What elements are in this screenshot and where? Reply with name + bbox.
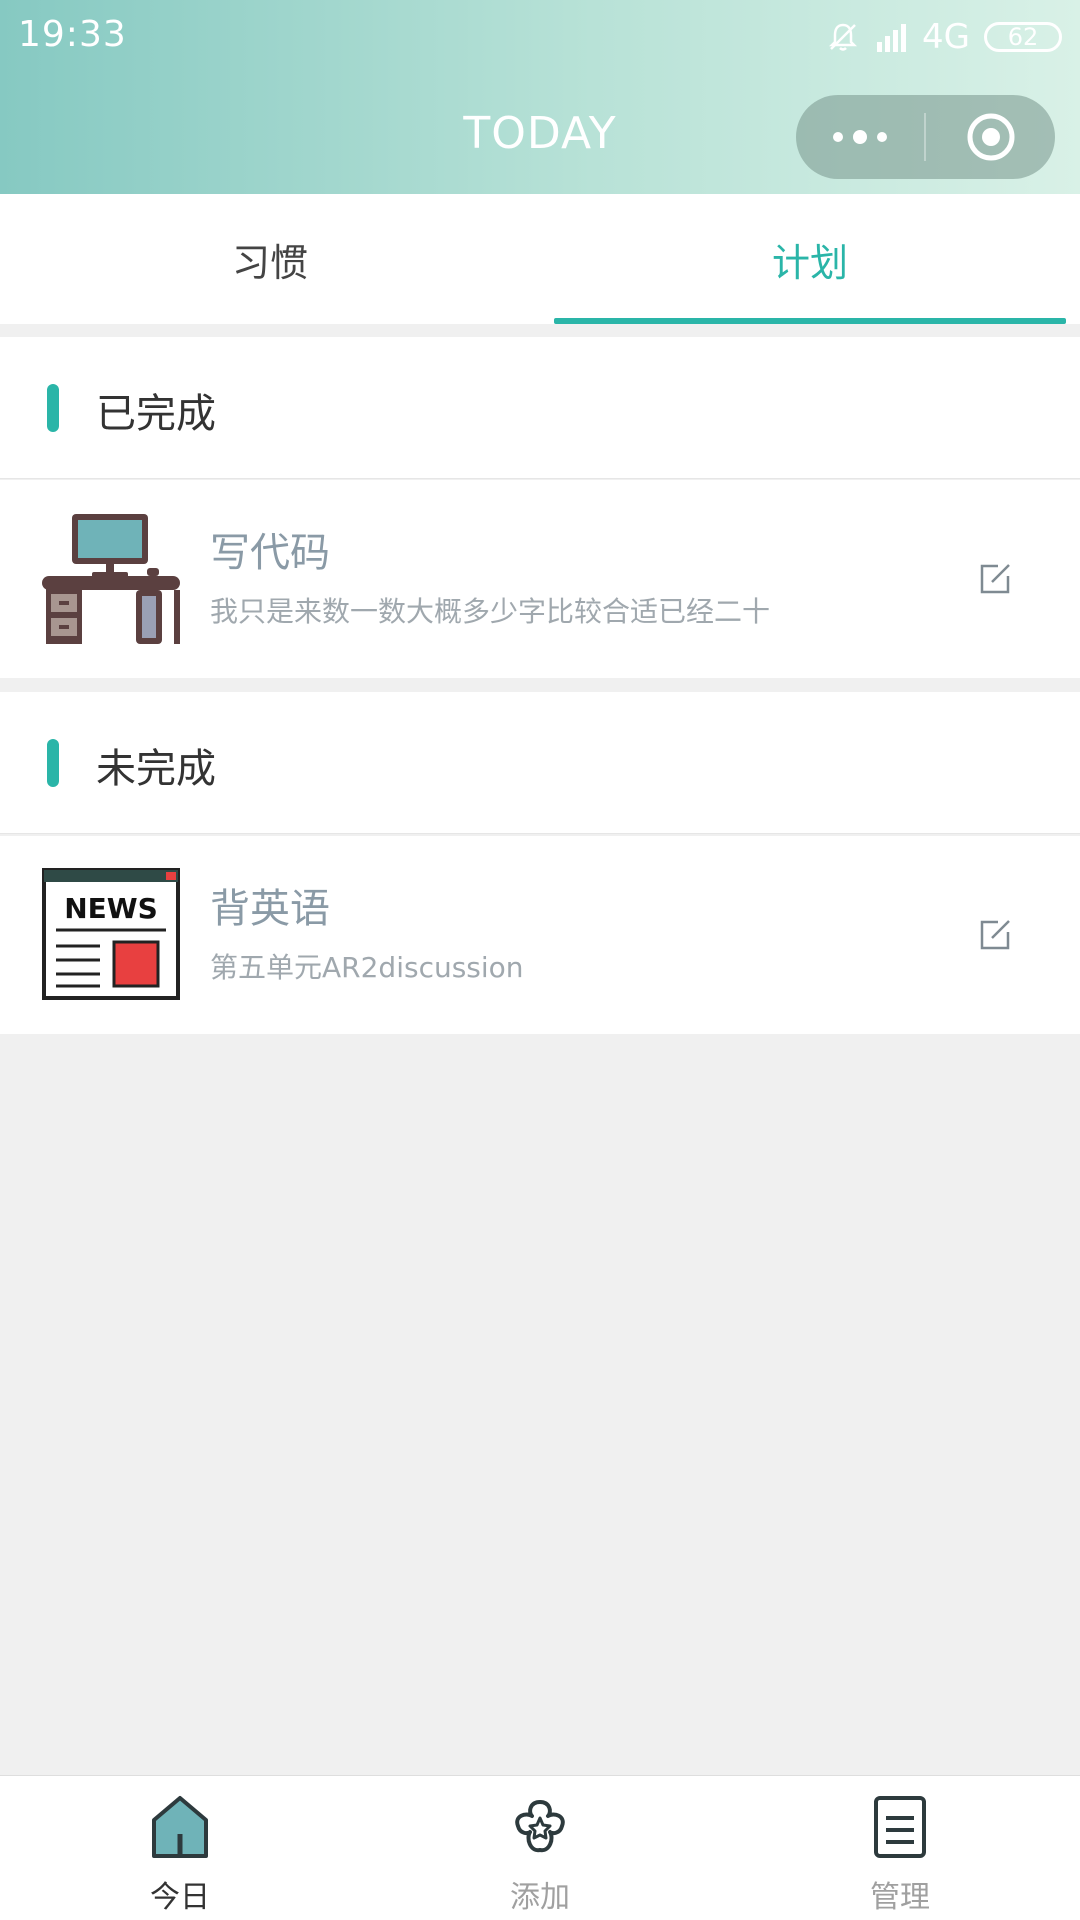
nav-manage[interactable]: 管理 xyxy=(720,1776,1080,1920)
more-dot-icon xyxy=(833,132,843,142)
item-subtitle: 第五单元AR2discussion xyxy=(210,951,524,984)
item-subtitle: 我只是来数一数大概多少字比较合适已经二十 xyxy=(210,595,771,628)
nav-add[interactable]: 添加 xyxy=(360,1776,720,1920)
more-dot-icon xyxy=(877,132,887,142)
close-button[interactable] xyxy=(926,95,1055,179)
home-icon xyxy=(152,1796,208,1858)
nav-label: 今日 xyxy=(150,1880,210,1915)
edit-icon[interactable] xyxy=(978,918,1012,952)
nav-label: 添加 xyxy=(510,1880,570,1915)
item-title: 背英语 xyxy=(210,886,330,932)
mute-bell-icon xyxy=(828,23,858,51)
section-marker xyxy=(47,384,59,432)
list-item[interactable]: 写代码 我只是来数一数大概多少字比较合适已经二十 xyxy=(0,480,1080,678)
more-button[interactable] xyxy=(796,95,924,179)
status-time: 19:33 xyxy=(18,14,127,55)
more-dot-icon xyxy=(853,130,867,144)
flower-add-icon xyxy=(515,1800,565,1853)
active-tab-indicator xyxy=(554,318,1066,324)
tab-bar: 习惯 计划 xyxy=(0,194,1080,324)
section-completed-header: 已完成 xyxy=(0,337,1080,479)
section-marker xyxy=(47,739,59,787)
signal-icon xyxy=(877,24,907,52)
document-icon xyxy=(874,1796,926,1858)
nav-today[interactable]: 今日 xyxy=(0,1776,360,1920)
item-title: 写代码 xyxy=(210,530,330,576)
list-item[interactable]: NEWS 背英语 第五单元AR2discussion xyxy=(0,836,1080,1034)
tab-habits[interactable]: 习惯 xyxy=(0,194,540,324)
target-close-icon xyxy=(967,113,1014,161)
tab-plans[interactable]: 计划 xyxy=(540,194,1080,324)
section-incomplete-header: 未完成 xyxy=(0,692,1080,834)
computer-desk-icon xyxy=(42,514,180,644)
battery-icon: 62 xyxy=(984,22,1062,52)
header: 19:33 4G 62 TODAY xyxy=(0,0,1080,194)
app-screen: 19:33 4G 62 TODAY 习惯 计划 已完成 写代码 我只是来数一数大… xyxy=(0,0,1080,1920)
miniprogram-capsule xyxy=(796,95,1055,179)
bottom-nav: 今日 添加 管理 xyxy=(0,1775,1080,1920)
newspaper-icon: NEWS xyxy=(42,868,180,1000)
nav-label: 管理 xyxy=(870,1880,930,1915)
network-type: 4G xyxy=(922,17,970,57)
edit-icon[interactable] xyxy=(978,562,1012,596)
status-icons: 4G 62 xyxy=(826,14,1062,60)
section-title: 未完成 xyxy=(96,746,216,792)
battery-level: 62 xyxy=(1007,23,1039,51)
section-title: 已完成 xyxy=(96,391,216,437)
newspaper-label: NEWS xyxy=(64,892,158,925)
